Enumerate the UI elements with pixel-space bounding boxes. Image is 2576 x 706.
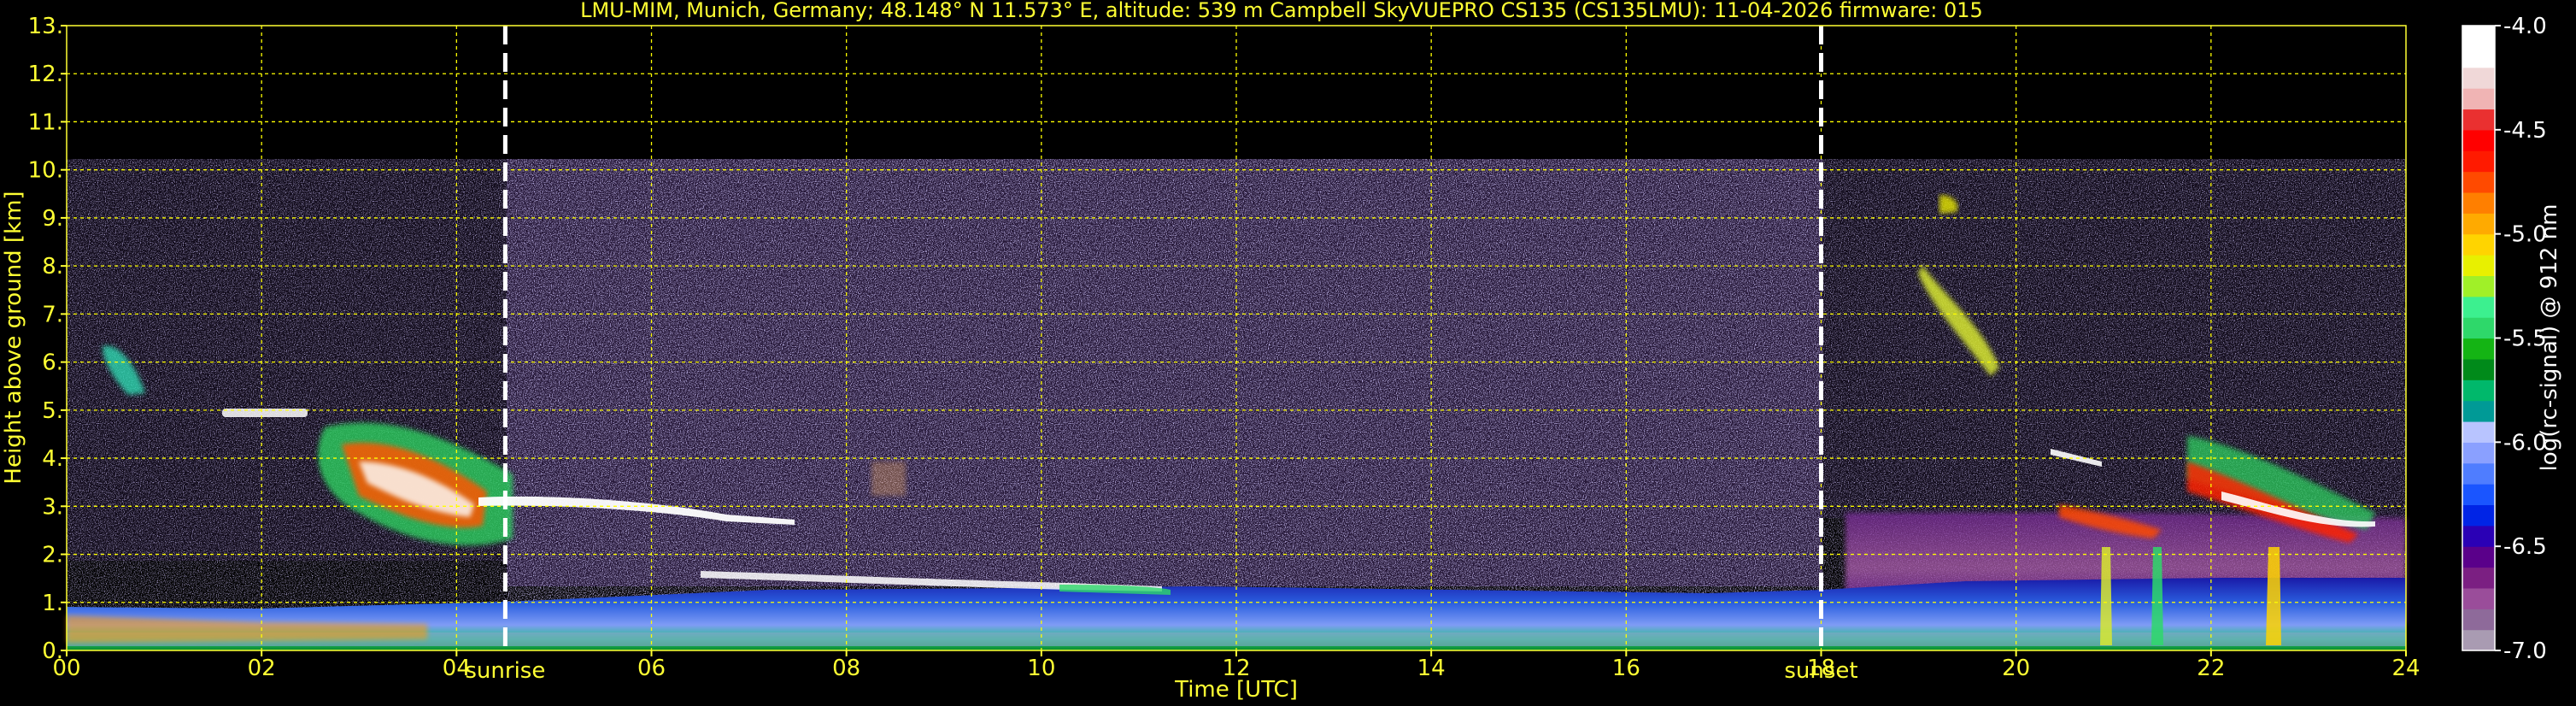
sunrise-label: sunrise xyxy=(465,658,545,684)
colorbar-segment xyxy=(2462,109,2495,131)
colorbar-segment xyxy=(2462,358,2495,380)
x-tick-label: 08 xyxy=(832,656,860,681)
colorbar-tick-label: -4.0 xyxy=(2503,14,2547,39)
x-tick-label: 22 xyxy=(2197,656,2225,681)
colorbar-segment xyxy=(2462,129,2495,151)
y-tick-label: 3. xyxy=(42,494,63,520)
above-range-mask xyxy=(67,26,2406,159)
colorbar-segment xyxy=(2462,504,2495,527)
y-tick-label: 7. xyxy=(42,302,63,327)
colorbar-segment xyxy=(2462,275,2495,297)
x-tick-label: 18 xyxy=(1807,656,1835,681)
colorbar-segment xyxy=(2462,567,2495,589)
colorbar: -4.0-4.5-5.0-5.5-6.0-6.5-7.0 xyxy=(2462,14,2547,664)
colorbar-segment xyxy=(2462,629,2495,651)
colorbar-segment xyxy=(2462,296,2495,318)
colorbar-segment xyxy=(2462,171,2495,193)
colorbar-segment xyxy=(2462,26,2495,47)
plot-area xyxy=(67,26,2406,650)
colorbar-segment xyxy=(2462,46,2495,68)
colorbar-segment xyxy=(2462,67,2495,89)
colorbar-segment xyxy=(2462,191,2495,214)
colorbar-segment xyxy=(2462,609,2495,631)
colorbar-segment xyxy=(2462,400,2495,422)
lidar-plot: sunrise sunset 00 02 04 06 08 10 12 14 16 18 20 22 24… xyxy=(1,0,2562,703)
colorbar-segment xyxy=(2462,150,2495,173)
x-tick-label: 20 xyxy=(2002,656,2030,681)
colorbar-segment xyxy=(2462,213,2495,235)
y-tick-label: 2. xyxy=(42,543,63,568)
x-tick-label: 24 xyxy=(2391,656,2420,681)
chart-title: LMU-MIM, Munich, Germany; 48.148° N 11.5… xyxy=(580,0,1983,22)
y-tick-label: 10. xyxy=(28,158,63,184)
y-tick-label: 9. xyxy=(42,206,63,232)
colorbar-label: log(rc-signal) @ 912 nm xyxy=(2537,204,2562,472)
x-tick-label: 04 xyxy=(443,656,471,681)
colorbar-segment xyxy=(2462,421,2495,443)
colorbar-tick-label: -6.5 xyxy=(2503,534,2547,560)
colorbar-segment xyxy=(2462,462,2495,485)
colorbar-segment xyxy=(2462,525,2495,547)
colorbar-tick-label: -7.0 xyxy=(2503,638,2547,664)
y-tick-label: 6. xyxy=(42,350,63,376)
y-tick-label: 12. xyxy=(28,62,63,87)
x-tick-label: 02 xyxy=(248,656,276,681)
colorbar-segment xyxy=(2462,379,2495,402)
precip-streak-1 xyxy=(2100,547,2112,645)
aerosol-patch-3.5km xyxy=(871,462,906,496)
precip-streak-3 xyxy=(2266,547,2281,645)
colorbar-segment xyxy=(2462,233,2495,256)
y-tick-label: 8. xyxy=(42,254,63,279)
colorbar-segment xyxy=(2462,88,2495,110)
precip-streak-2 xyxy=(2151,547,2163,645)
noise-speckle-day xyxy=(507,159,1822,603)
colorbar-segment xyxy=(2462,317,2495,339)
x-tick-label: 10 xyxy=(1027,656,1055,681)
y-tick-label: 11. xyxy=(28,109,63,135)
y-tick-label: 1. xyxy=(42,591,63,616)
colorbar-segment xyxy=(2462,484,2495,506)
colorbar-segment xyxy=(2462,587,2495,609)
y-tick-label: 13. xyxy=(28,14,63,39)
x-tick-label: 14 xyxy=(1417,656,1446,681)
x-tick-label: 16 xyxy=(1612,656,1640,681)
y-tick-label: 5. xyxy=(42,398,63,424)
x-tick-label: 06 xyxy=(637,656,666,681)
x-axis-label: Time [UTC] xyxy=(1174,677,1298,703)
colorbar-segment xyxy=(2462,338,2495,360)
colorbar-tick-label: -4.5 xyxy=(2503,118,2547,144)
colorbar-segment xyxy=(2462,255,2495,276)
y-axis-label: Height above ground [km] xyxy=(1,191,26,484)
y-tick-label: 0. xyxy=(42,638,63,664)
colorbar-segment xyxy=(2462,442,2495,464)
y-tick-label: 4. xyxy=(42,446,63,472)
colorbar-segment xyxy=(2462,546,2495,568)
